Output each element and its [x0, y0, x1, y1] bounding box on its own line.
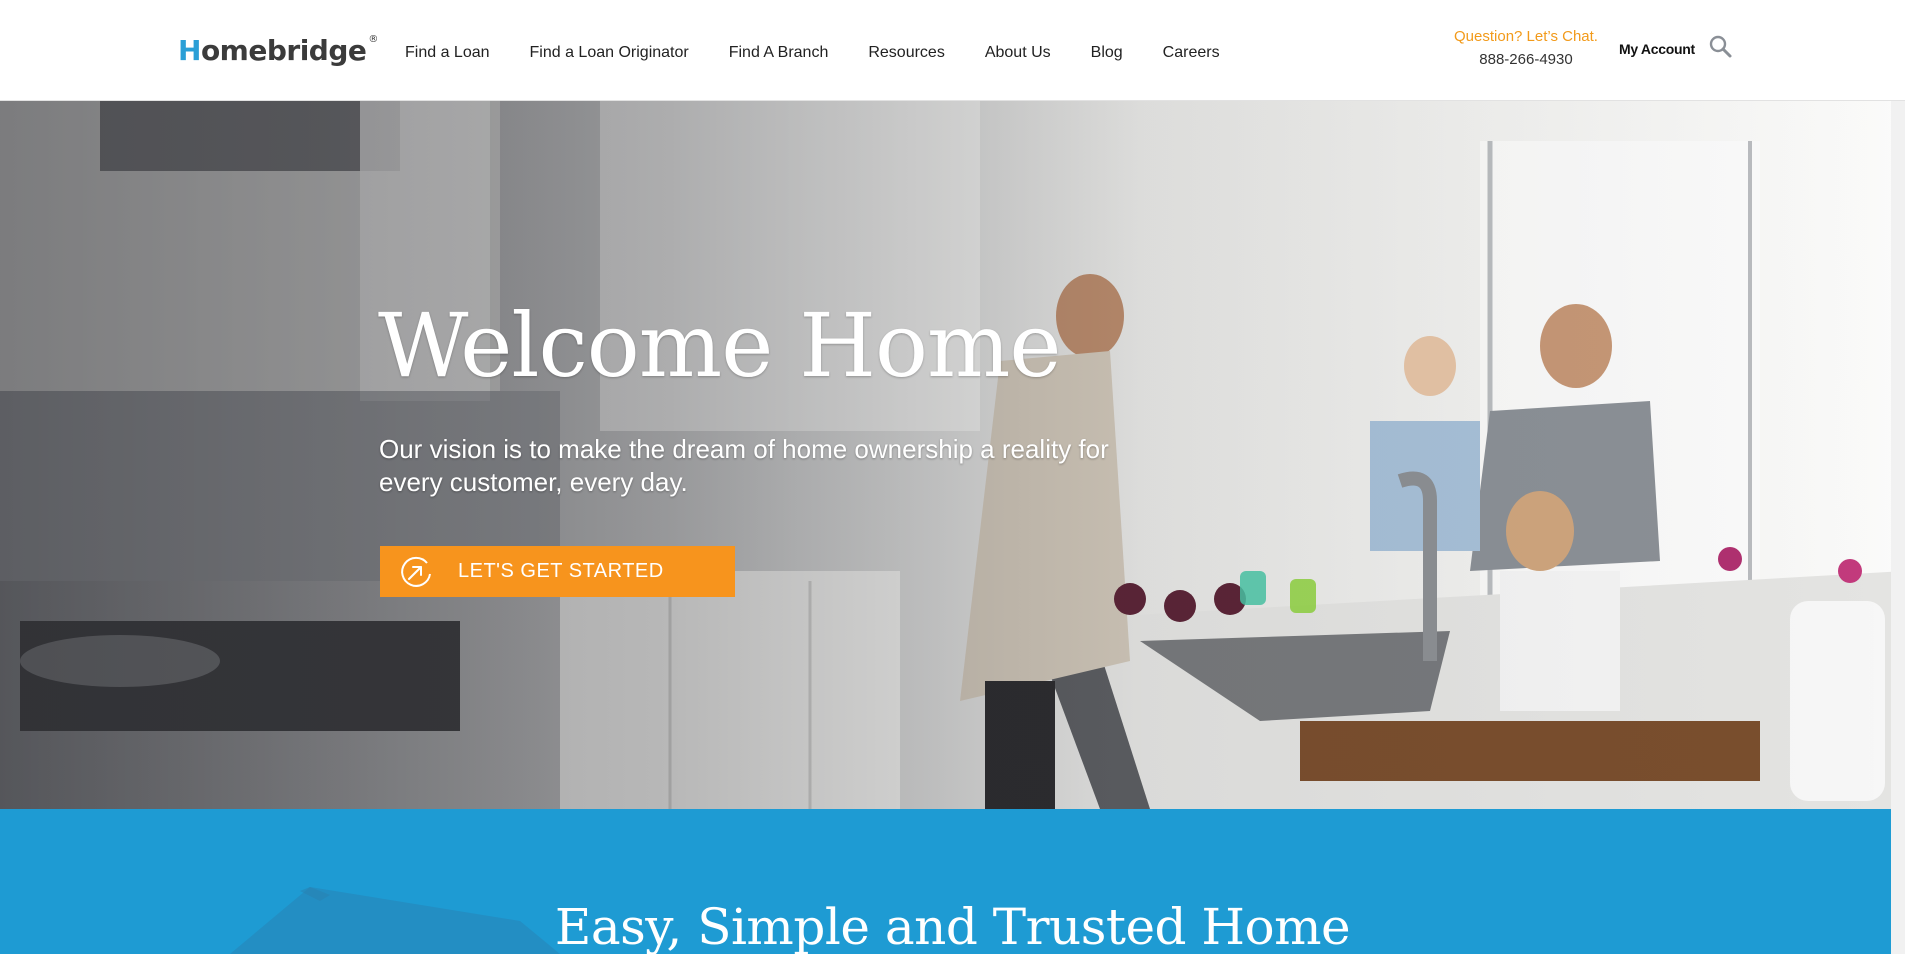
search-button[interactable] [1708, 34, 1734, 60]
hero-section: Welcome Home Our vision is to make the d… [0, 101, 1905, 809]
nav-careers[interactable]: Careers [1163, 43, 1220, 63]
main-nav: Find a Loan Find a Loan Originator Find … [405, 43, 1260, 63]
trusted-home-section: Easy, Simple and Trusted Home [0, 809, 1905, 954]
section-title: Easy, Simple and Trusted Home [554, 898, 1351, 954]
logo-text: omebridge [200, 34, 367, 67]
phone-number[interactable]: 888-266-4930 [1440, 50, 1612, 70]
get-started-button[interactable]: LET'S GET STARTED [380, 546, 735, 597]
nav-find-a-loan[interactable]: Find a Loan [405, 43, 490, 63]
nav-find-a-loan-originator[interactable]: Find a Loan Originator [530, 43, 689, 63]
logo-registered: ® [368, 34, 378, 45]
site-header: Homebridge ® Find a Loan Find a Loan Orig… [0, 0, 1905, 101]
nav-about-us[interactable]: About Us [985, 43, 1051, 63]
my-account-link[interactable]: My Account [1619, 39, 1695, 59]
homebridge-logo[interactable]: Homebridge ® [178, 33, 378, 69]
nav-find-a-branch[interactable]: Find A Branch [729, 43, 829, 63]
chat-contact: Question? Let’s Chat. 888-266-4930 [1440, 27, 1612, 70]
page-scrollbar[interactable] [1891, 101, 1905, 954]
logo-mark: H [178, 34, 201, 67]
chat-link[interactable]: Question? Let’s Chat. [1440, 27, 1612, 47]
arrow-circle-icon [401, 556, 431, 587]
nav-resources[interactable]: Resources [868, 43, 944, 63]
get-started-label: LET'S GET STARTED [458, 560, 664, 582]
nav-blog[interactable]: Blog [1091, 43, 1123, 63]
hero-title: Welcome Home [378, 294, 1062, 397]
search-icon [1709, 35, 1732, 58]
hero-subtitle: Our vision is to make the dream of home … [379, 434, 1109, 497]
